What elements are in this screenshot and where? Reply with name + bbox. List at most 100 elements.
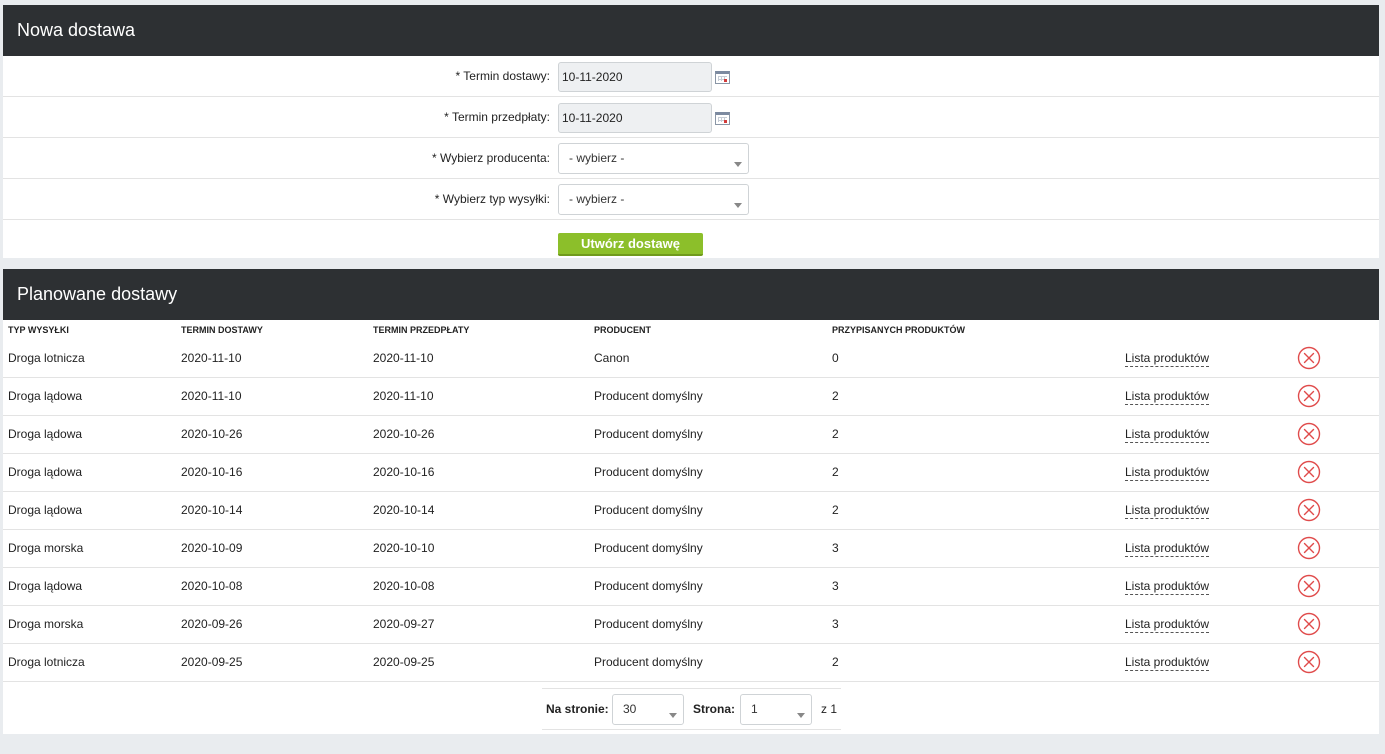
page-value: 1 <box>751 702 758 716</box>
prepayment-date-label: * Termin przedpłaty: <box>444 110 550 124</box>
product-list-cell: Lista produktów <box>1120 377 1292 416</box>
delete-cell <box>1292 453 1379 492</box>
product-list-link[interactable]: Lista produktów <box>1125 579 1210 595</box>
calendar-icon[interactable] <box>715 112 730 125</box>
delivery-date-cell: 2020-11-10 <box>176 377 368 416</box>
product-list-link[interactable]: Lista produktów <box>1125 655 1210 671</box>
table-header-row: TYP WYSYŁKI TERMIN DOSTAWY TERMIN PRZEDP… <box>3 320 1379 339</box>
shipping-type-row: * Wybierz typ wysyłki: - wybierz - <box>3 179 1379 220</box>
chevron-down-icon <box>734 203 742 208</box>
page-select[interactable]: 1 <box>740 694 812 725</box>
delivery-date-row: * Termin dostawy: <box>3 56 1379 97</box>
prepayment-date-cell: 2020-11-10 <box>368 339 589 378</box>
product-list-cell: Lista produktów <box>1120 605 1292 644</box>
delete-cell <box>1292 415 1379 454</box>
product-list-link[interactable]: Lista produktów <box>1125 427 1210 443</box>
delete-cell <box>1292 491 1379 530</box>
assigned-products-cell: 2 <box>827 377 1120 416</box>
delete-circle-x-icon[interactable] <box>1297 422 1321 446</box>
assigned-products-cell: 2 <box>827 415 1120 454</box>
product-list-cell: Lista produktów <box>1120 529 1292 568</box>
delete-circle-x-icon[interactable] <box>1297 346 1321 370</box>
prepayment-date-cell: 2020-10-08 <box>368 567 589 606</box>
new-delivery-panel: Nowa dostawa * Termin dostawy: * Termin … <box>3 5 1379 258</box>
delete-circle-x-icon[interactable] <box>1297 536 1321 560</box>
delete-cell <box>1292 529 1379 568</box>
product-list-link[interactable]: Lista produktów <box>1125 541 1210 557</box>
delivery-date-cell: 2020-10-16 <box>176 453 368 492</box>
chevron-down-icon <box>797 713 805 718</box>
shipping-type-cell: Droga lądowa <box>3 377 176 416</box>
product-list-link[interactable]: Lista produktów <box>1125 465 1210 481</box>
producer-cell: Canon <box>589 339 827 378</box>
product-list-cell: Lista produktów <box>1120 415 1292 454</box>
prepayment-date-cell: 2020-10-26 <box>368 415 589 454</box>
product-list-cell: Lista produktów <box>1120 453 1292 492</box>
prepayment-date-cell: 2020-10-16 <box>368 453 589 492</box>
prepayment-date-input[interactable] <box>558 103 712 133</box>
column-header: PRODUCENT <box>594 324 652 335</box>
assigned-products-cell: 2 <box>827 643 1120 682</box>
shipping-type-select-value: - wybierz - <box>569 192 625 206</box>
table-row: Droga morska 2020-09-26 2020-09-27 Producen… <box>3 605 1379 644</box>
column-header: PRZYPISANYCH PRODUKTÓW <box>832 324 966 335</box>
product-list-link[interactable]: Lista produktów <box>1125 503 1210 519</box>
shipping-type-cell: Droga morska <box>3 529 176 568</box>
delete-cell <box>1292 567 1379 606</box>
column-header-empty <box>1120 320 1292 339</box>
assigned-products-cell: 3 <box>827 605 1120 644</box>
column-header: TERMIN PRZEDPŁATY <box>373 324 470 335</box>
prepayment-date-cell: 2020-10-10 <box>368 529 589 568</box>
delivery-date-label: * Termin dostawy: <box>455 69 550 83</box>
delete-circle-x-icon[interactable] <box>1297 384 1321 408</box>
delivery-date-cell: 2020-10-26 <box>176 415 368 454</box>
producer-select-value: - wybierz - <box>569 151 625 165</box>
assigned-products-cell: 3 <box>827 529 1120 568</box>
per-page-select[interactable]: 30 <box>612 694 684 725</box>
table-row: Droga lądowa 2020-10-14 2020-10-14 Producen… <box>3 491 1379 530</box>
shipping-type-cell: Droga lotnicza <box>3 643 176 682</box>
delivery-date-cell: 2020-10-14 <box>176 491 368 530</box>
delivery-date-cell: 2020-09-26 <box>176 605 368 644</box>
producer-select[interactable]: - wybierz - <box>558 143 749 174</box>
delete-circle-x-icon[interactable] <box>1297 460 1321 484</box>
table-row: Droga lądowa 2020-10-08 2020-10-08 Producen… <box>3 567 1379 606</box>
delete-circle-x-icon[interactable] <box>1297 650 1321 674</box>
prepayment-date-cell: 2020-09-25 <box>368 643 589 682</box>
chevron-down-icon <box>669 713 677 718</box>
page-label: Strona: <box>693 702 735 716</box>
new-delivery-title: Nowa dostawa <box>3 5 1379 56</box>
create-delivery-button[interactable]: Utwórz dostawę <box>558 233 703 256</box>
product-list-link[interactable]: Lista produktów <box>1125 617 1210 633</box>
producer-cell: Producent domyślny <box>589 415 827 454</box>
producer-cell: Producent domyślny <box>589 567 827 606</box>
product-list-cell: Lista produktów <box>1120 339 1292 378</box>
assigned-products-cell: 2 <box>827 491 1120 530</box>
prepayment-date-cell: 2020-10-14 <box>368 491 589 530</box>
delivery-date-cell: 2020-10-08 <box>176 567 368 606</box>
per-page-value: 30 <box>623 702 637 716</box>
deliveries-table: TYP WYSYŁKI TERMIN DOSTAWY TERMIN PRZEDP… <box>3 320 1379 682</box>
delete-circle-x-icon[interactable] <box>1297 612 1321 636</box>
table-row: Droga lądowa 2020-10-26 2020-10-26 Producen… <box>3 415 1379 454</box>
delete-circle-x-icon[interactable] <box>1297 498 1321 522</box>
product-list-cell: Lista produktów <box>1120 491 1292 530</box>
planned-deliveries-title: Planowane dostawy <box>3 269 1379 320</box>
product-list-link[interactable]: Lista produktów <box>1125 389 1210 405</box>
table-row: Droga lądowa 2020-11-10 2020-11-10 Producen… <box>3 377 1379 416</box>
shipping-type-select[interactable]: - wybierz - <box>558 184 749 215</box>
prepayment-date-cell: 2020-11-10 <box>368 377 589 416</box>
product-list-cell: Lista produktów <box>1120 567 1292 606</box>
delivery-date-input[interactable] <box>558 62 712 92</box>
chevron-down-icon <box>734 162 742 167</box>
table-row: Droga lotnicza 2020-11-10 2020-11-10 Canon 0… <box>3 339 1379 378</box>
product-list-link[interactable]: Lista produktów <box>1125 350 1210 367</box>
shipping-type-cell: Droga lądowa <box>3 415 176 454</box>
shipping-type-label: * Wybierz typ wysyłki: <box>434 192 550 206</box>
producer-cell: Producent domyślny <box>589 643 827 682</box>
producer-label: * Wybierz producenta: <box>432 151 550 165</box>
deliveries-table-body: Droga lotnicza 2020-11-10 2020-11-10 Canon 0… <box>3 339 1379 682</box>
producer-cell: Producent domyślny <box>589 453 827 492</box>
calendar-icon[interactable] <box>715 71 730 84</box>
delete-circle-x-icon[interactable] <box>1297 574 1321 598</box>
